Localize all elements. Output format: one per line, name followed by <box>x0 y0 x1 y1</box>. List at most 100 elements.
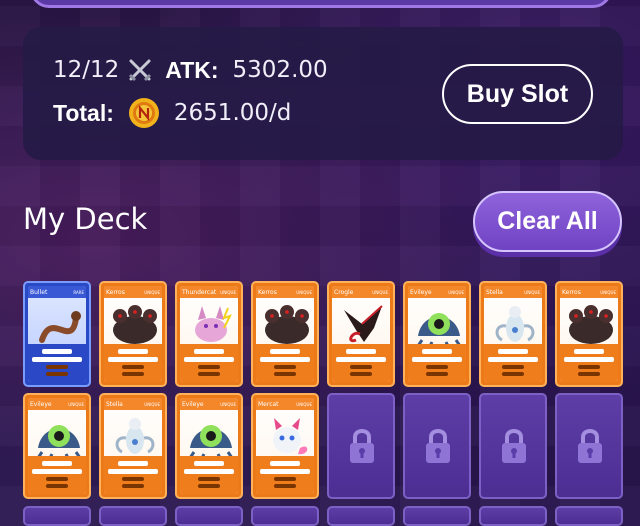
card-face: Stella UNIQUE <box>104 398 162 494</box>
card-stat-bar <box>578 365 600 369</box>
card-art <box>113 305 157 344</box>
card-stat-bar <box>274 365 296 369</box>
card-name: Stella <box>106 400 123 408</box>
card-stat-bar <box>122 477 144 481</box>
deck-card[interactable]: Evileye UNIQUE <box>403 281 471 387</box>
card-face: Evileye UNIQUE <box>28 398 86 494</box>
card-stats <box>180 456 238 494</box>
card-stat-bar <box>32 357 82 362</box>
locked-slot[interactable] <box>555 393 623 499</box>
locked-slot[interactable] <box>251 506 319 526</box>
card-art <box>273 418 308 455</box>
card-stat-bar <box>488 357 538 362</box>
card-stat-bar <box>346 349 376 354</box>
deck-card[interactable]: Stella UNIQUE <box>99 393 167 499</box>
locked-slot[interactable] <box>403 506 471 526</box>
total-row: Total: 2651.00/d <box>53 97 291 129</box>
card-face: Kerros UNIQUE <box>256 286 314 382</box>
card-stat-bar <box>578 372 600 376</box>
lock-icon <box>502 429 526 463</box>
card-name: Bullet <box>30 288 48 296</box>
card-stats <box>256 344 314 382</box>
card-art <box>39 311 81 343</box>
card-art <box>569 305 613 344</box>
card-stat-bar <box>118 349 148 354</box>
card-art <box>115 418 155 454</box>
card-stat-bar <box>194 461 224 466</box>
card-header: Kerros UNIQUE <box>104 286 162 298</box>
lock-icon <box>578 429 602 463</box>
locked-slot[interactable] <box>175 506 243 526</box>
card-stat-bar <box>422 349 452 354</box>
card-header: Mercat UNIQUE <box>256 398 314 410</box>
card-stats <box>104 456 162 494</box>
card-stat-bar <box>198 484 220 488</box>
locked-slot[interactable] <box>479 393 547 499</box>
card-face: Mercat UNIQUE <box>256 398 314 494</box>
card-stats <box>256 456 314 494</box>
card-stat-bar <box>260 357 310 362</box>
locked-slot[interactable] <box>99 506 167 526</box>
buy-slot-button[interactable]: Buy Slot <box>442 64 593 124</box>
card-name: Kerros <box>258 288 277 296</box>
locked-slot[interactable] <box>23 506 91 526</box>
deck-card[interactable]: Evileye UNIQUE <box>23 393 91 499</box>
deck-card[interactable]: Bullet RARE <box>23 281 91 387</box>
card-header: Evileye UNIQUE <box>28 398 86 410</box>
card-header: Kerros UNIQUE <box>256 286 314 298</box>
coin-icon <box>128 98 159 128</box>
card-name: Thundercat <box>182 288 217 296</box>
card-stat-bar <box>108 469 158 474</box>
locked-slot[interactable] <box>327 506 395 526</box>
card-rarity: UNIQUE <box>524 289 540 295</box>
card-name: Stella <box>486 288 503 296</box>
card-name: Evileye <box>182 400 204 408</box>
deck-title: My Deck <box>23 202 148 236</box>
card-stat-bar <box>198 477 220 481</box>
card-stat-bar <box>198 372 220 376</box>
card-rarity: RARE <box>73 289 84 295</box>
card-header: Stella UNIQUE <box>484 286 542 298</box>
locked-slot[interactable] <box>327 393 395 499</box>
card-stats <box>332 344 390 382</box>
card-header: Evileye UNIQUE <box>180 398 238 410</box>
deck-card[interactable]: Mercat UNIQUE <box>251 393 319 499</box>
card-stat-bar <box>412 357 462 362</box>
card-art <box>495 306 535 342</box>
card-face: Bullet RARE <box>28 286 86 382</box>
card-face: Stella UNIQUE <box>484 286 542 382</box>
card-face: Kerros UNIQUE <box>560 286 618 382</box>
card-art <box>188 425 234 458</box>
clear-all-button[interactable]: Clear All <box>473 191 622 252</box>
card-header: Bullet RARE <box>28 286 86 298</box>
deck-card[interactable]: Crogle UNIQUE <box>327 281 395 387</box>
deck-card[interactable]: Kerros UNIQUE <box>251 281 319 387</box>
card-stat-bar <box>184 357 234 362</box>
card-stat-bar <box>426 372 448 376</box>
card-rarity: UNIQUE <box>448 289 464 295</box>
card-name: Evileye <box>30 400 52 408</box>
card-stat-bar <box>118 461 148 466</box>
atk-label: ATK: <box>165 56 219 83</box>
card-stat-bar <box>270 349 300 354</box>
card-stat-bar <box>122 372 144 376</box>
deck-card[interactable]: Stella UNIQUE <box>479 281 547 387</box>
deck-card[interactable]: Evileye UNIQUE <box>175 393 243 499</box>
card-name: Evileye <box>410 288 432 296</box>
card-face: Kerros UNIQUE <box>104 286 162 382</box>
card-stat-bar <box>194 349 224 354</box>
locked-slot[interactable] <box>555 506 623 526</box>
card-stat-bar <box>46 484 68 488</box>
deck-card[interactable]: Thundercat UNIQUE <box>175 281 243 387</box>
card-stat-bar <box>32 469 82 474</box>
deck-card[interactable]: Kerros UNIQUE <box>99 281 167 387</box>
card-stats <box>484 344 542 382</box>
card-face: Thundercat UNIQUE <box>180 286 238 382</box>
deck-card[interactable]: Kerros UNIQUE <box>555 281 623 387</box>
locked-slot[interactable] <box>403 393 471 499</box>
card-stat-bar <box>350 365 372 369</box>
card-stats <box>28 456 86 494</box>
locked-slot[interactable] <box>479 506 547 526</box>
card-rarity: UNIQUE <box>68 401 84 407</box>
top-panel-edge <box>30 0 612 8</box>
